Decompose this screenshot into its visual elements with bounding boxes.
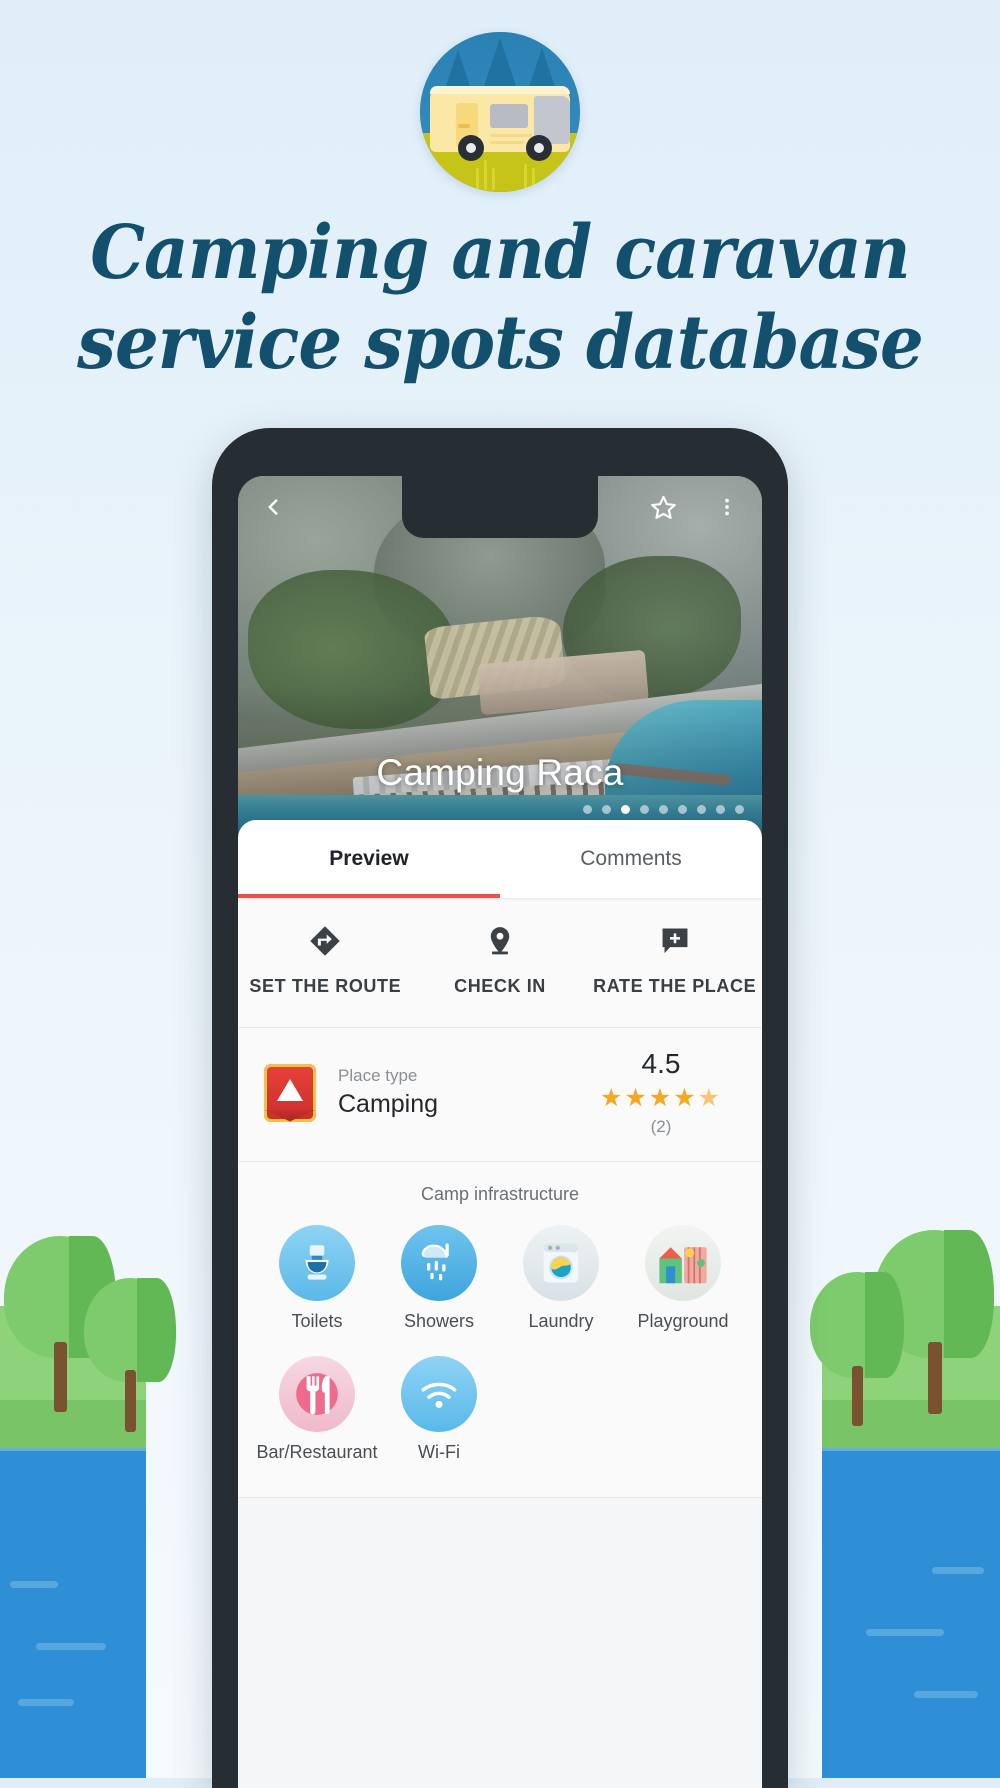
rating-block: 4.5 ★★★★★ (2) — [586, 1048, 736, 1137]
rating-value: 4.5 — [641, 1048, 681, 1079]
tab-bar: Preview Comments — [238, 820, 762, 898]
tab-comments[interactable]: Comments — [500, 820, 762, 898]
gallery-dot-active[interactable] — [621, 805, 630, 814]
phone-mockup: Camping Raca Preview Comments SET THE RO… — [212, 428, 788, 1788]
gallery-dots[interactable] — [583, 805, 744, 814]
place-title: Camping Raca — [376, 752, 624, 793]
gallery-dot[interactable] — [716, 805, 725, 814]
action-set-the-route[interactable]: SET THE ROUTE — [238, 924, 413, 997]
tab-comments-label: Comments — [580, 847, 682, 870]
headline-line-1: Camping and caravan — [90, 210, 910, 296]
gallery-dot[interactable] — [697, 805, 706, 814]
rating-stars: ★★★★★ — [586, 1086, 736, 1111]
app-logo — [420, 32, 580, 192]
place-type-row: Place type Camping 4.5 ★★★★★ (2) — [238, 1028, 762, 1162]
action-check-in[interactable]: CHECK IN — [413, 924, 588, 997]
wifi-icon — [401, 1356, 477, 1432]
hero-gallery[interactable]: Camping Raca — [238, 476, 762, 838]
gallery-dot[interactable] — [602, 805, 611, 814]
tab-preview-label: Preview — [329, 847, 409, 870]
gallery-dot[interactable] — [735, 805, 744, 814]
infra-item-playground[interactable]: Playground — [622, 1225, 744, 1332]
directions-icon — [308, 924, 342, 958]
place-type-caption: Place type — [338, 1066, 418, 1085]
quick-actions: SET THE ROUTE CHECK IN RATE THE PLACE — [238, 898, 762, 1028]
infra-label: Laundry — [528, 1311, 594, 1331]
fork-knife-icon — [279, 1356, 355, 1432]
infra-item-laundry[interactable]: Laundry — [500, 1225, 622, 1332]
add-comment-icon — [658, 924, 692, 958]
gallery-dot[interactable] — [640, 805, 649, 814]
page-headline: Camping and caravan service spots databa… — [35, 208, 965, 389]
gallery-dot[interactable] — [678, 805, 687, 814]
infra-item-wifi[interactable]: Wi-Fi — [378, 1356, 500, 1463]
infra-label: Playground — [637, 1311, 729, 1331]
star-outline-icon[interactable] — [646, 490, 680, 524]
location-pin-icon — [483, 924, 517, 958]
content-divider — [238, 1497, 762, 1498]
camp-infrastructure: Camp infrastructure Toilets Showers Laun… — [238, 1162, 762, 1497]
infra-item-bar-restaurant[interactable]: Bar/Restaurant — [256, 1356, 378, 1463]
washing-machine-icon — [523, 1225, 599, 1301]
infra-item-showers[interactable]: Showers — [378, 1225, 500, 1332]
action-label: CHECK IN — [454, 976, 546, 996]
more-vertical-icon[interactable] — [710, 490, 744, 524]
action-label: RATE THE PLACE — [593, 976, 757, 996]
logo-caravan — [430, 86, 570, 161]
gallery-dot[interactable] — [659, 805, 668, 814]
rating-stars-full: ★★★★ — [599, 1084, 698, 1112]
left-water — [0, 1448, 146, 1778]
tree-right-2 — [810, 1272, 904, 1426]
rating-count: (2) — [650, 1117, 672, 1136]
gallery-dot[interactable] — [583, 805, 592, 814]
infra-label: Wi-Fi — [418, 1442, 460, 1462]
infra-item-toilets[interactable]: Toilets — [256, 1225, 378, 1332]
tree-left-2 — [84, 1278, 176, 1432]
infra-label: Showers — [403, 1311, 475, 1331]
toilet-icon — [279, 1225, 355, 1301]
playground-icon — [645, 1225, 721, 1301]
infra-label: Toilets — [291, 1311, 343, 1331]
shower-icon — [401, 1225, 477, 1301]
action-label: SET THE ROUTE — [249, 976, 402, 996]
camping-badge-icon — [264, 1063, 316, 1122]
headline-line-2: service spots database — [77, 300, 924, 387]
place-type-value: Camping — [338, 1090, 439, 1118]
infra-label: Bar/Restaurant — [256, 1442, 378, 1462]
rating-star-half: ★ — [697, 1084, 723, 1112]
right-water — [822, 1448, 1000, 1778]
chevron-left-icon[interactable] — [256, 490, 290, 524]
infrastructure-grid: Toilets Showers Laundry Playground Bar/R… — [256, 1225, 744, 1463]
tab-preview[interactable]: Preview — [238, 820, 500, 898]
hero-toolbar — [238, 476, 762, 538]
infrastructure-title: Camp infrastructure — [420, 1184, 580, 1204]
phone-screen: Camping Raca Preview Comments SET THE RO… — [238, 476, 762, 1788]
action-rate-the-place[interactable]: RATE THE PLACE — [587, 924, 762, 997]
